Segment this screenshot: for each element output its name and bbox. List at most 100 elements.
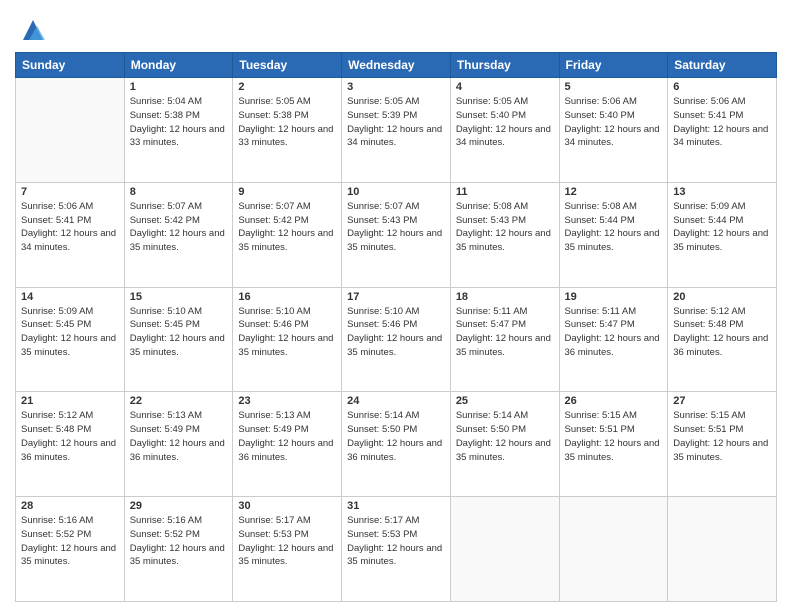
sunrise-label: Sunrise: 5:09 AM [673,201,745,212]
day-number: 16 [238,291,336,303]
sunrise-label: Sunrise: 5:17 AM [238,515,310,526]
day-cell: 9 Sunrise: 5:07 AM Sunset: 5:42 PM Dayli… [233,182,342,287]
sunset-label: Sunset: 5:38 PM [130,110,200,121]
day-number: 28 [21,500,119,512]
day-number: 25 [456,395,554,407]
sunrise-label: Sunrise: 5:15 AM [673,410,745,421]
day-info: Sunrise: 5:09 AM Sunset: 5:44 PM Dayligh… [673,200,771,255]
day-info: Sunrise: 5:05 AM Sunset: 5:39 PM Dayligh… [347,95,445,150]
sunrise-label: Sunrise: 5:05 AM [347,96,419,107]
day-info: Sunrise: 5:10 AM Sunset: 5:46 PM Dayligh… [347,305,445,360]
calendar-table: SundayMondayTuesdayWednesdayThursdayFrid… [15,52,777,602]
day-cell: 18 Sunrise: 5:11 AM Sunset: 5:47 PM Dayl… [450,287,559,392]
day-number: 9 [238,186,336,198]
sunrise-label: Sunrise: 5:10 AM [238,306,310,317]
day-info: Sunrise: 5:05 AM Sunset: 5:38 PM Dayligh… [238,95,336,150]
day-cell: 12 Sunrise: 5:08 AM Sunset: 5:44 PM Dayl… [559,182,668,287]
sunrise-label: Sunrise: 5:11 AM [565,306,637,317]
day-cell: 13 Sunrise: 5:09 AM Sunset: 5:44 PM Dayl… [668,182,777,287]
day-info: Sunrise: 5:04 AM Sunset: 5:38 PM Dayligh… [130,95,228,150]
sunrise-label: Sunrise: 5:10 AM [347,306,419,317]
sunset-label: Sunset: 5:52 PM [21,529,91,540]
day-info: Sunrise: 5:12 AM Sunset: 5:48 PM Dayligh… [673,305,771,360]
day-info: Sunrise: 5:08 AM Sunset: 5:44 PM Dayligh… [565,200,663,255]
daylight-label: Daylight: 12 hours and 35 minutes. [456,438,551,463]
day-info: Sunrise: 5:07 AM Sunset: 5:42 PM Dayligh… [130,200,228,255]
day-number: 8 [130,186,228,198]
week-row-2: 14 Sunrise: 5:09 AM Sunset: 5:45 PM Dayl… [16,287,777,392]
daylight-label: Daylight: 12 hours and 35 minutes. [238,228,333,253]
daylight-label: Daylight: 12 hours and 35 minutes. [21,543,116,568]
weekday-header-friday: Friday [559,53,668,78]
daylight-label: Daylight: 12 hours and 35 minutes. [347,543,442,568]
sunrise-label: Sunrise: 5:07 AM [238,201,310,212]
daylight-label: Daylight: 12 hours and 35 minutes. [673,228,768,253]
day-info: Sunrise: 5:14 AM Sunset: 5:50 PM Dayligh… [456,409,554,464]
sunrise-label: Sunrise: 5:14 AM [347,410,419,421]
week-row-3: 21 Sunrise: 5:12 AM Sunset: 5:48 PM Dayl… [16,392,777,497]
daylight-label: Daylight: 12 hours and 33 minutes. [130,124,225,149]
week-row-1: 7 Sunrise: 5:06 AM Sunset: 5:41 PM Dayli… [16,182,777,287]
sunset-label: Sunset: 5:41 PM [21,215,91,226]
day-number: 15 [130,291,228,303]
day-cell [450,497,559,602]
sunrise-label: Sunrise: 5:10 AM [130,306,202,317]
day-info: Sunrise: 5:15 AM Sunset: 5:51 PM Dayligh… [565,409,663,464]
day-number: 6 [673,81,771,93]
day-info: Sunrise: 5:11 AM Sunset: 5:47 PM Dayligh… [456,305,554,360]
sunset-label: Sunset: 5:53 PM [238,529,308,540]
day-cell: 31 Sunrise: 5:17 AM Sunset: 5:53 PM Dayl… [342,497,451,602]
day-cell: 6 Sunrise: 5:06 AM Sunset: 5:41 PM Dayli… [668,78,777,183]
day-info: Sunrise: 5:07 AM Sunset: 5:42 PM Dayligh… [238,200,336,255]
sunrise-label: Sunrise: 5:12 AM [673,306,745,317]
sunrise-label: Sunrise: 5:06 AM [21,201,93,212]
day-number: 1 [130,81,228,93]
day-number: 21 [21,395,119,407]
sunset-label: Sunset: 5:51 PM [673,424,743,435]
daylight-label: Daylight: 12 hours and 36 minutes. [347,438,442,463]
day-info: Sunrise: 5:16 AM Sunset: 5:52 PM Dayligh… [130,514,228,569]
day-number: 10 [347,186,445,198]
logo [15,14,47,44]
sunrise-label: Sunrise: 5:09 AM [21,306,93,317]
sunset-label: Sunset: 5:49 PM [130,424,200,435]
weekday-header-row: SundayMondayTuesdayWednesdayThursdayFrid… [16,53,777,78]
sunset-label: Sunset: 5:50 PM [347,424,417,435]
day-cell: 11 Sunrise: 5:08 AM Sunset: 5:43 PM Dayl… [450,182,559,287]
day-cell: 19 Sunrise: 5:11 AM Sunset: 5:47 PM Dayl… [559,287,668,392]
sunrise-label: Sunrise: 5:06 AM [673,96,745,107]
day-info: Sunrise: 5:12 AM Sunset: 5:48 PM Dayligh… [21,409,119,464]
sunrise-label: Sunrise: 5:17 AM [347,515,419,526]
sunset-label: Sunset: 5:42 PM [238,215,308,226]
daylight-label: Daylight: 12 hours and 35 minutes. [347,333,442,358]
day-number: 7 [21,186,119,198]
day-cell: 1 Sunrise: 5:04 AM Sunset: 5:38 PM Dayli… [124,78,233,183]
day-info: Sunrise: 5:10 AM Sunset: 5:46 PM Dayligh… [238,305,336,360]
header [15,10,777,44]
daylight-label: Daylight: 12 hours and 36 minutes. [673,333,768,358]
day-info: Sunrise: 5:16 AM Sunset: 5:52 PM Dayligh… [21,514,119,569]
day-info: Sunrise: 5:09 AM Sunset: 5:45 PM Dayligh… [21,305,119,360]
sunset-label: Sunset: 5:48 PM [21,424,91,435]
day-cell: 20 Sunrise: 5:12 AM Sunset: 5:48 PM Dayl… [668,287,777,392]
day-cell: 30 Sunrise: 5:17 AM Sunset: 5:53 PM Dayl… [233,497,342,602]
day-number: 23 [238,395,336,407]
day-cell: 15 Sunrise: 5:10 AM Sunset: 5:45 PM Dayl… [124,287,233,392]
day-cell [559,497,668,602]
daylight-label: Daylight: 12 hours and 34 minutes. [673,124,768,149]
sunrise-label: Sunrise: 5:13 AM [238,410,310,421]
sunset-label: Sunset: 5:53 PM [347,529,417,540]
day-info: Sunrise: 5:13 AM Sunset: 5:49 PM Dayligh… [238,409,336,464]
day-number: 12 [565,186,663,198]
daylight-label: Daylight: 12 hours and 35 minutes. [130,543,225,568]
day-info: Sunrise: 5:11 AM Sunset: 5:47 PM Dayligh… [565,305,663,360]
day-info: Sunrise: 5:17 AM Sunset: 5:53 PM Dayligh… [238,514,336,569]
weekday-header-thursday: Thursday [450,53,559,78]
day-cell: 2 Sunrise: 5:05 AM Sunset: 5:38 PM Dayli… [233,78,342,183]
sunrise-label: Sunrise: 5:13 AM [130,410,202,421]
daylight-label: Daylight: 12 hours and 33 minutes. [238,124,333,149]
sunset-label: Sunset: 5:49 PM [238,424,308,435]
daylight-label: Daylight: 12 hours and 36 minutes. [21,438,116,463]
daylight-label: Daylight: 12 hours and 35 minutes. [456,333,551,358]
day-number: 30 [238,500,336,512]
